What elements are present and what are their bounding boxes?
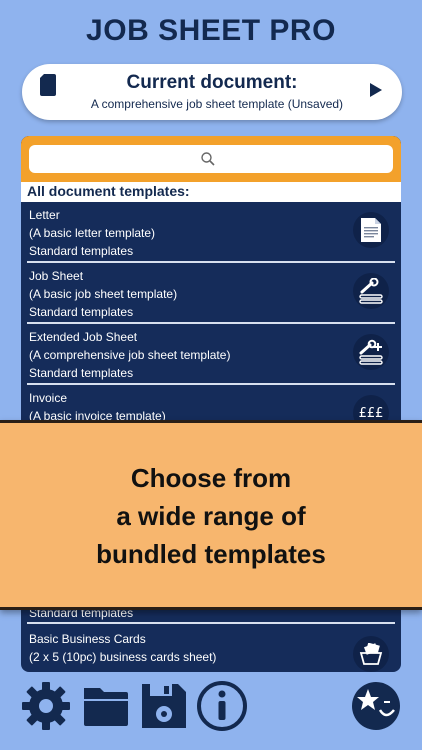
row-divider bbox=[27, 622, 395, 624]
template-category: Standard templates bbox=[29, 366, 134, 380]
promo-banner: Choose from a wide range of bundled temp… bbox=[0, 420, 422, 610]
template-name: Basic Business Cards bbox=[29, 632, 146, 646]
banner-line-3: bundled templates bbox=[96, 539, 326, 569]
star-icon[interactable] bbox=[350, 680, 402, 732]
bottom-toolbar bbox=[0, 680, 422, 738]
template-description: (A basic job sheet template) bbox=[29, 287, 178, 301]
template-category: Standard templates bbox=[29, 244, 134, 258]
banner-line-2: a wide range of bbox=[116, 501, 306, 531]
cards-icon bbox=[353, 636, 389, 672]
template-name: Job Sheet bbox=[29, 269, 84, 283]
letter-icon bbox=[353, 212, 389, 248]
save-icon[interactable] bbox=[138, 680, 190, 732]
banner-line-1: Choose from bbox=[130, 463, 292, 493]
document-icon bbox=[40, 74, 56, 96]
template-row-job-sheet[interactable]: Job Sheet (A basic job sheet template) S… bbox=[21, 263, 401, 324]
pound-symbols: £££ bbox=[358, 405, 384, 421]
template-name: Invoice bbox=[29, 391, 68, 405]
template-description: (A comprehensive job sheet template) bbox=[29, 348, 231, 362]
gear-icon[interactable] bbox=[20, 680, 72, 732]
info-icon[interactable] bbox=[196, 680, 248, 732]
template-row-letter[interactable]: Letter (A basic letter template) Standar… bbox=[21, 202, 401, 263]
list-header: All document templates: bbox=[21, 182, 401, 202]
current-document-subtitle: A comprehensive job sheet template (Unsa… bbox=[90, 97, 344, 111]
template-name: Extended Job Sheet bbox=[29, 330, 138, 344]
template-category: Standard templates bbox=[29, 305, 134, 319]
template-row-extended-job-sheet[interactable]: Extended Job Sheet (A comprehensive job … bbox=[21, 324, 401, 385]
wrench-plus-icon bbox=[353, 334, 389, 370]
template-row-business-cards[interactable]: Basic Business Cards (2 x 5 (10pc) busin… bbox=[21, 628, 401, 672]
search-input[interactable] bbox=[39, 145, 383, 173]
wrench-icon bbox=[353, 273, 389, 309]
template-description: (2 x 5 (10pc) business cards sheet) bbox=[29, 650, 217, 664]
folder-icon[interactable] bbox=[80, 680, 132, 732]
template-description: (A basic letter template) bbox=[29, 226, 156, 240]
search-field[interactable] bbox=[29, 145, 393, 173]
search-bar bbox=[21, 136, 401, 182]
app-title: JOB SHEET PRO bbox=[86, 14, 336, 47]
play-icon[interactable] bbox=[370, 83, 382, 97]
current-document-card[interactable]: Current document: A comprehensive job sh… bbox=[22, 64, 402, 120]
current-document-title: Current document: bbox=[126, 72, 298, 93]
template-name: Letter bbox=[29, 208, 60, 222]
